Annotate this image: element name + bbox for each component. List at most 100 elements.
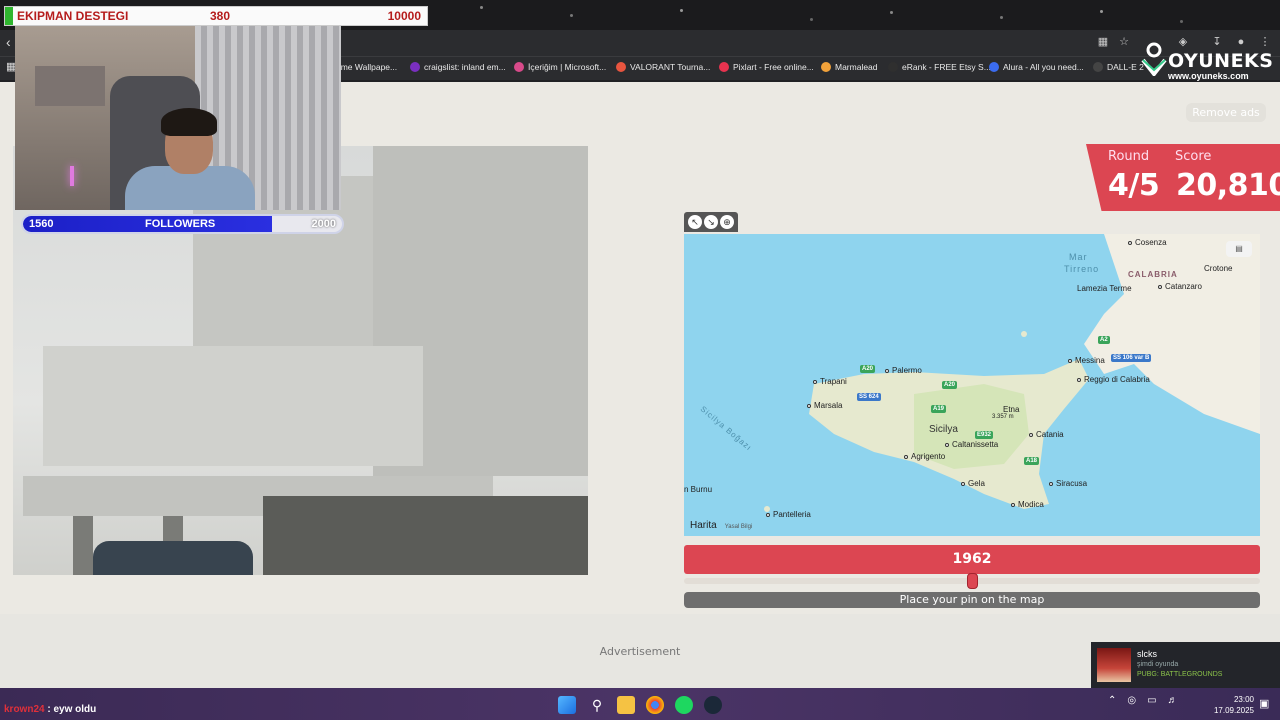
network-icon[interactable]: ▭ (1147, 695, 1156, 706)
map-controls: ↖ ↘ ⊕ (684, 212, 738, 232)
chat-message: krown24 : eyw oldu (4, 704, 96, 715)
city-label: Gela (961, 479, 985, 488)
year-display: 1962 (684, 545, 1260, 574)
bookmark-label: eRank - FREE Etsy S... (902, 62, 991, 72)
craigslist-icon (410, 62, 420, 72)
city-label: Caltanissetta (945, 440, 998, 449)
file-explorer-icon[interactable] (617, 696, 635, 714)
bookmark-label: İçeriğim | Microsoft... (528, 62, 607, 72)
followers-goal-bar: 1560 FOLLOWERS 2000 (21, 214, 344, 234)
bookmark-label: ome Wallpape... (336, 62, 398, 72)
taskbar-clock[interactable]: 23:00 17.09.2025 (1210, 694, 1254, 716)
webcam-feed (15, 26, 341, 210)
remove-ads-button[interactable]: Remove ads (1186, 103, 1266, 122)
friend-name: slcks (1137, 649, 1157, 659)
city-label: Messina (1068, 356, 1105, 365)
city-label: Catanzaro (1158, 282, 1202, 291)
avatar (1097, 648, 1131, 682)
followers-label: FOLLOWERS (145, 218, 216, 230)
notification-icon[interactable]: ▣ (1259, 697, 1269, 710)
round-value: 4/5 (1108, 168, 1160, 203)
city-label: Siracusa (1049, 479, 1087, 488)
apple-maps-label: Harita (690, 520, 717, 531)
road-shield: A19 (931, 405, 947, 413)
goal-label: EKIPMAN DESTEGI (17, 9, 129, 23)
steam-notification[interactable]: slcks şimdi oyunda PUBG: BATTLEGROUNDS (1091, 642, 1280, 688)
city-label: Etna (1003, 405, 1020, 414)
city-label: Catania (1029, 430, 1064, 439)
pin-map-icon[interactable]: ⊕ (720, 215, 734, 229)
road-shield: SS 624 (857, 393, 881, 401)
friend-status: şimdi oyunda (1137, 661, 1179, 668)
guess-map[interactable]: Mar Tirreno Sicilya Boğazı CALABRIA Sici… (684, 234, 1260, 536)
city-label: n Burnu (684, 485, 713, 494)
score-value: 20,810 (1176, 168, 1280, 203)
volume-icon[interactable]: ♬ (1168, 695, 1178, 706)
city-label: Trapani (813, 377, 847, 386)
map-attribution: Harita Yasal Bilgi (690, 520, 752, 531)
map-layers-icon[interactable]: ▤ (1226, 241, 1252, 257)
chat-user: krown24 (4, 704, 45, 715)
city-label: Modica (1011, 500, 1044, 509)
taskbar (0, 688, 1280, 720)
city-label: Cosenza (1128, 238, 1167, 247)
bookmark-item[interactable]: craigslist: inland em... (410, 60, 506, 74)
expand-map-icon[interactable]: ↖ (688, 215, 702, 229)
search-icon[interactable]: ⚲ (588, 696, 606, 714)
advertisement-label: Advertisement (599, 645, 681, 658)
sea-label: Mar (1069, 252, 1088, 262)
bookmark-item[interactable]: İçeriğim | Microsoft... (514, 60, 606, 74)
chat-text: : eyw oldu (47, 704, 97, 715)
bookmark-item[interactable]: VALORANT Tourna... (616, 60, 710, 74)
bookmark-label: DALL-E 2 (1107, 62, 1144, 72)
dalle-icon (1093, 62, 1103, 72)
map-land (764, 234, 1260, 512)
bookmark-item[interactable]: DALL-E 2 (1093, 60, 1144, 74)
translate-icon[interactable]: ▦ (1096, 35, 1110, 49)
city-label: Reggio di Calabria (1077, 375, 1150, 384)
bookmark-item[interactable]: Marmalead (821, 60, 878, 74)
road-shield: A20 (942, 381, 958, 389)
score-panel: Round Score 4/5 20,810 (1086, 144, 1280, 211)
bookmark-item[interactable]: eRank - FREE Etsy S... (888, 60, 991, 74)
city-label: 3.357 m (992, 414, 1014, 420)
alura-icon (989, 62, 999, 72)
logo-name: OYUNEKS (1168, 50, 1274, 72)
goal-target: 10000 (387, 9, 421, 23)
place-pin-button[interactable]: Place your pin on the map (684, 592, 1260, 608)
system-tray: ⌃ ◎ ▭ ♬ (1108, 695, 1178, 706)
microphone-icon[interactable]: ◎ (1127, 695, 1136, 706)
road-shield: E932 (975, 431, 994, 439)
city-label: Lamezia Terme (1077, 284, 1132, 293)
road-shield: A20 (860, 365, 876, 373)
chevron-up-icon[interactable]: ⌃ (1108, 695, 1116, 706)
logo-url: www.oyuneks.com (1168, 71, 1249, 81)
bookmark-label: Alura - All you need... (1003, 62, 1084, 72)
clock-time: 23:00 (1233, 695, 1254, 704)
bookmark-item[interactable]: Alura - All you need... (989, 60, 1084, 74)
chrome-icon[interactable] (646, 696, 664, 714)
score-label: Score (1175, 149, 1212, 164)
city-label: Pantelleria (766, 510, 811, 519)
shrink-map-icon[interactable]: ↘ (704, 215, 718, 229)
bookmark-label: VALORANT Tourna... (630, 62, 711, 72)
legal-link[interactable]: Yasal Bilgi (725, 524, 753, 530)
heart-icon (719, 62, 729, 72)
sea-label: Tirreno (1064, 264, 1100, 274)
valorant-icon (616, 62, 626, 72)
bookmark-label: Marmalead (835, 62, 878, 72)
erank-icon (888, 62, 898, 72)
year-slider-thumb[interactable] (967, 573, 978, 589)
bookmark-item[interactable]: Pixlart - Free online... (719, 60, 814, 74)
followers-target: 2000 (311, 218, 336, 230)
followers-current: 1560 (29, 218, 54, 230)
windows-start-icon[interactable] (558, 696, 576, 714)
bookmark-item[interactable]: ome Wallpape... (336, 60, 397, 74)
spotify-icon[interactable] (675, 696, 693, 714)
steam-icon[interactable] (704, 696, 722, 714)
road-shield: SS 106 var B (1111, 354, 1152, 362)
bookmark-label: Pixlart - Free online... (733, 62, 814, 72)
star-icon[interactable]: ☆ (1117, 35, 1131, 49)
friend-game: PUBG: BATTLEGROUNDS (1137, 671, 1223, 678)
round-photo (13, 146, 588, 575)
